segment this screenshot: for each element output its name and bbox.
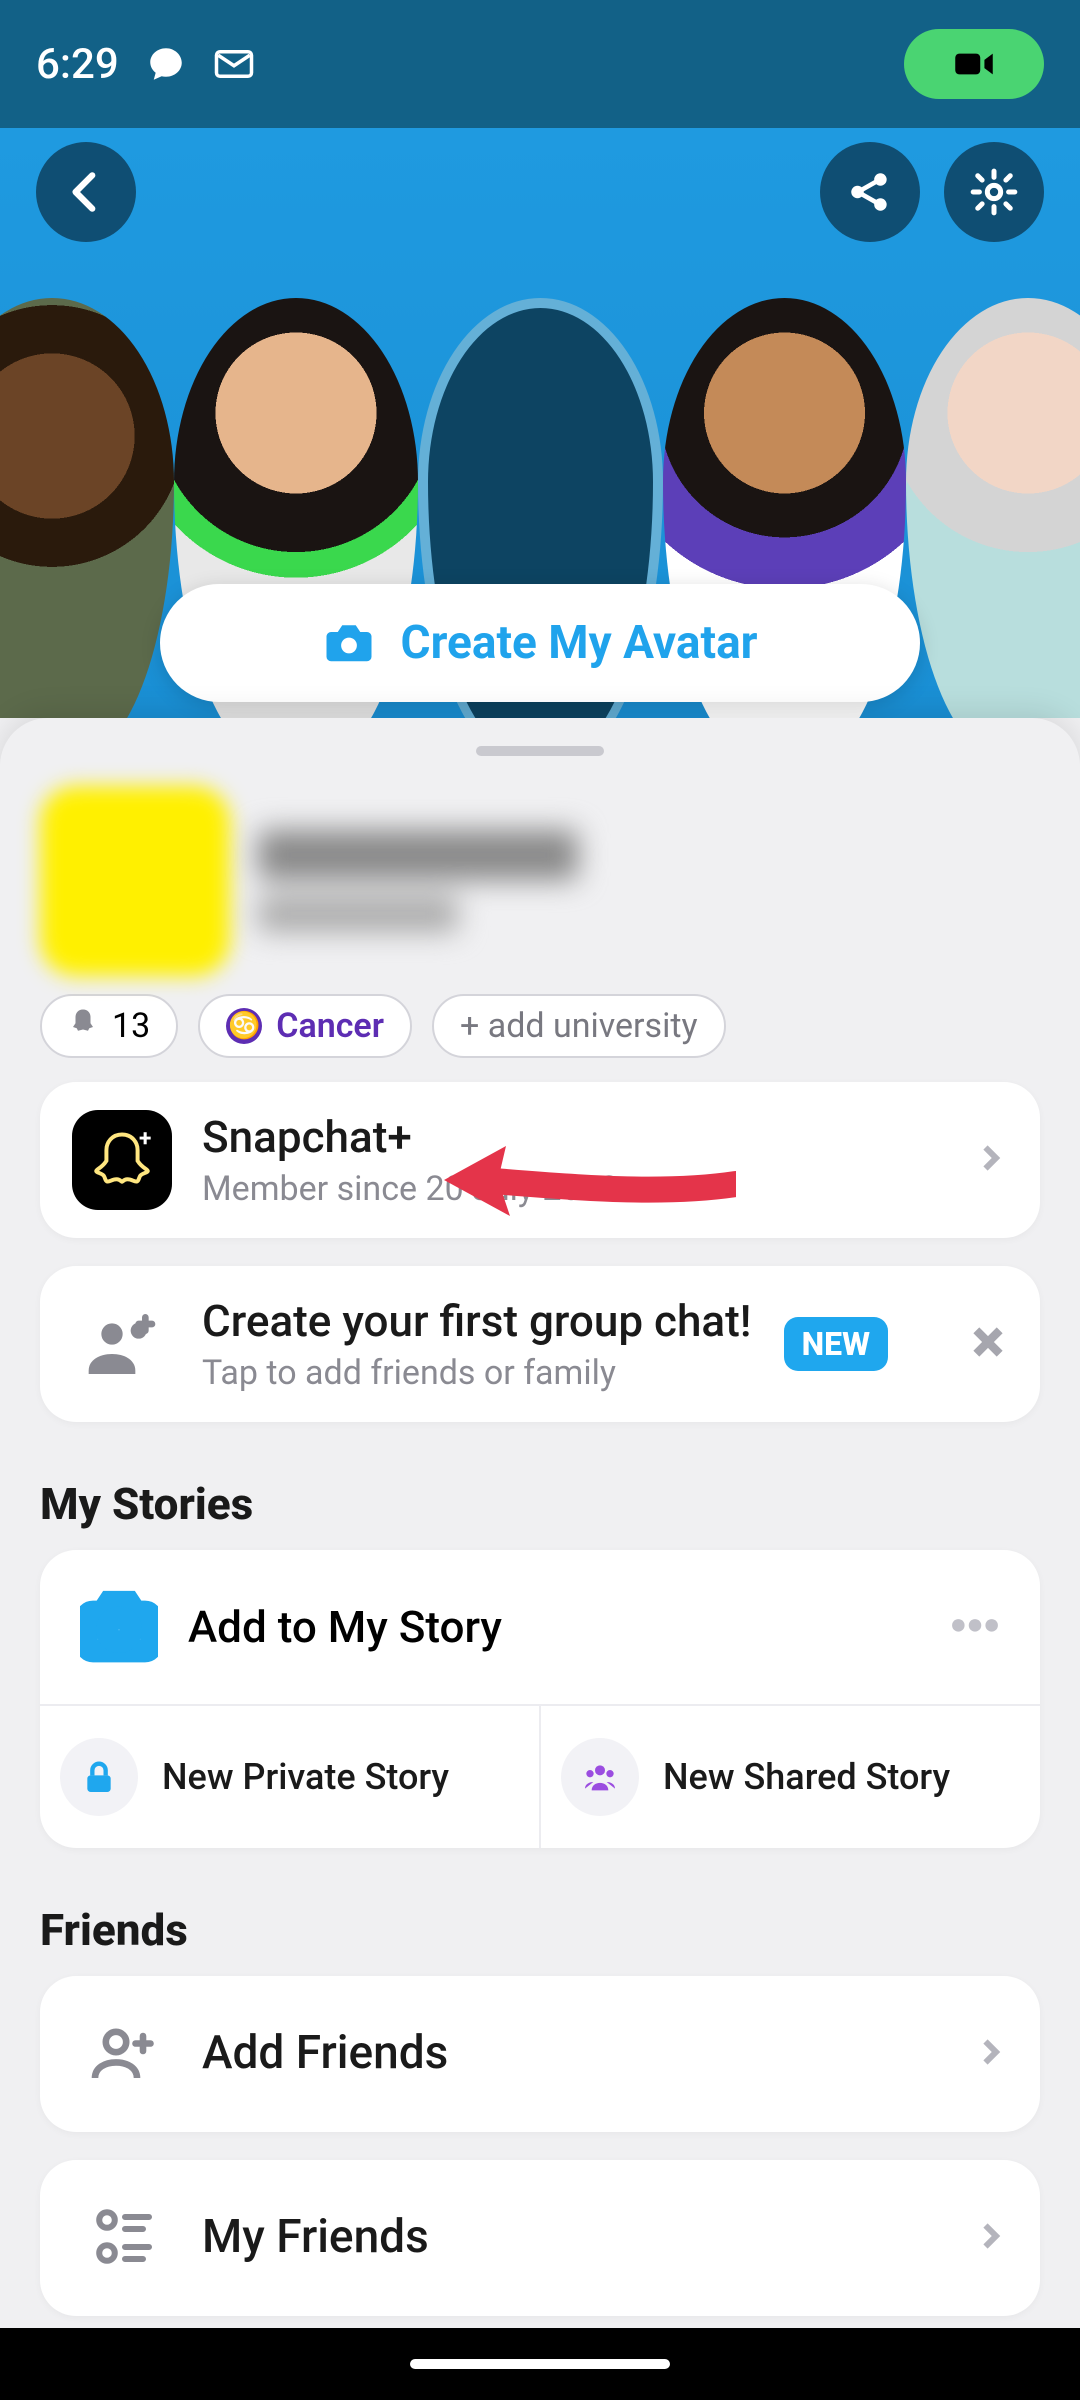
add-university-label: + add university xyxy=(460,1006,698,1046)
add-to-my-story-label: Add to My Story xyxy=(188,1601,920,1653)
chevron-right-icon xyxy=(972,2218,1008,2258)
chevron-right-icon xyxy=(972,2034,1008,2074)
my-stories-heading: My Stories xyxy=(0,1450,1080,1550)
cancer-icon: ♋ xyxy=(226,1008,262,1044)
share-button[interactable] xyxy=(820,142,920,242)
chevron-right-icon xyxy=(972,1140,1008,1180)
avatar-hero: Create My Avatar xyxy=(0,128,1080,718)
group-chat-card[interactable]: Create your first group chat! Tap to add… xyxy=(40,1266,1040,1422)
friends-heading: Friends xyxy=(0,1876,1080,1976)
add-friend-icon xyxy=(72,2004,172,2104)
back-button[interactable] xyxy=(36,142,136,242)
add-friends-row[interactable]: Add Friends xyxy=(40,1976,1040,2132)
zodiac-label: Cancer xyxy=(276,1006,384,1046)
lock-icon xyxy=(60,1738,138,1816)
add-to-my-story-row[interactable]: Add to My Story xyxy=(40,1550,1040,1704)
status-time: 6:29 xyxy=(36,40,119,89)
snapscore-value: 13 xyxy=(112,1006,150,1046)
profile-header[interactable] xyxy=(0,776,1080,976)
more-options-button[interactable] xyxy=(950,1617,1000,1638)
settings-button[interactable] xyxy=(944,142,1044,242)
new-badge: NEW xyxy=(784,1317,888,1371)
create-avatar-label: Create My Avatar xyxy=(400,616,757,670)
profile-name-block xyxy=(258,830,578,932)
video-call-pill[interactable] xyxy=(904,29,1044,99)
shared-story-label: New Shared Story xyxy=(663,1756,950,1798)
snapcode xyxy=(40,786,230,976)
my-friends-label: My Friends xyxy=(202,2210,942,2265)
friends-list-icon xyxy=(72,2188,172,2288)
profile-sheet: 13 ♋ Cancer + add university + Snapchat+… xyxy=(0,718,1080,2328)
snapchat-plus-sub: Member since 20 July 2023 xyxy=(202,1169,942,1209)
group-chat-title: Create your first group chat! xyxy=(202,1295,754,1348)
avatar-sample-4 xyxy=(906,298,1080,718)
new-shared-story-button[interactable]: New Shared Story xyxy=(541,1706,1040,1848)
ghost-icon xyxy=(68,1006,98,1046)
group-chat-sub: Tap to add friends or family xyxy=(202,1353,754,1393)
my-friends-row[interactable]: My Friends xyxy=(40,2160,1040,2316)
profile-chips: 13 ♋ Cancer + add university xyxy=(0,976,1080,1082)
camera-icon xyxy=(322,614,376,672)
dismiss-group-button[interactable] xyxy=(968,1322,1008,1366)
camera-outline-icon xyxy=(80,1586,158,1668)
svg-text:+: + xyxy=(139,1126,151,1152)
status-bar: 6:29 xyxy=(0,0,1080,128)
my-stories-card: Add to My Story New Private Story New Sh xyxy=(40,1550,1040,1848)
private-story-label: New Private Story xyxy=(162,1756,449,1798)
create-avatar-button[interactable]: Create My Avatar xyxy=(160,584,920,702)
sheet-grab-handle[interactable] xyxy=(476,746,604,756)
new-private-story-button[interactable]: New Private Story xyxy=(40,1706,541,1848)
group-add-icon xyxy=(72,1294,172,1394)
snapscore-chip[interactable]: 13 xyxy=(40,994,178,1058)
chat-notification-icon xyxy=(145,43,187,85)
outlook-notification-icon xyxy=(213,43,255,85)
add-university-chip[interactable]: + add university xyxy=(432,994,726,1058)
snapchat-plus-icon: + xyxy=(72,1110,172,1210)
zodiac-chip[interactable]: ♋ Cancer xyxy=(198,994,412,1058)
home-indicator[interactable] xyxy=(0,2328,1080,2400)
avatar-sample-1 xyxy=(0,298,174,718)
add-friends-label: Add Friends xyxy=(202,2026,942,2081)
snapchat-plus-card[interactable]: + Snapchat+ Member since 20 July 2023 xyxy=(40,1082,1040,1238)
snapchat-plus-title: Snapchat+ xyxy=(202,1111,942,1164)
group-icon xyxy=(561,1738,639,1816)
